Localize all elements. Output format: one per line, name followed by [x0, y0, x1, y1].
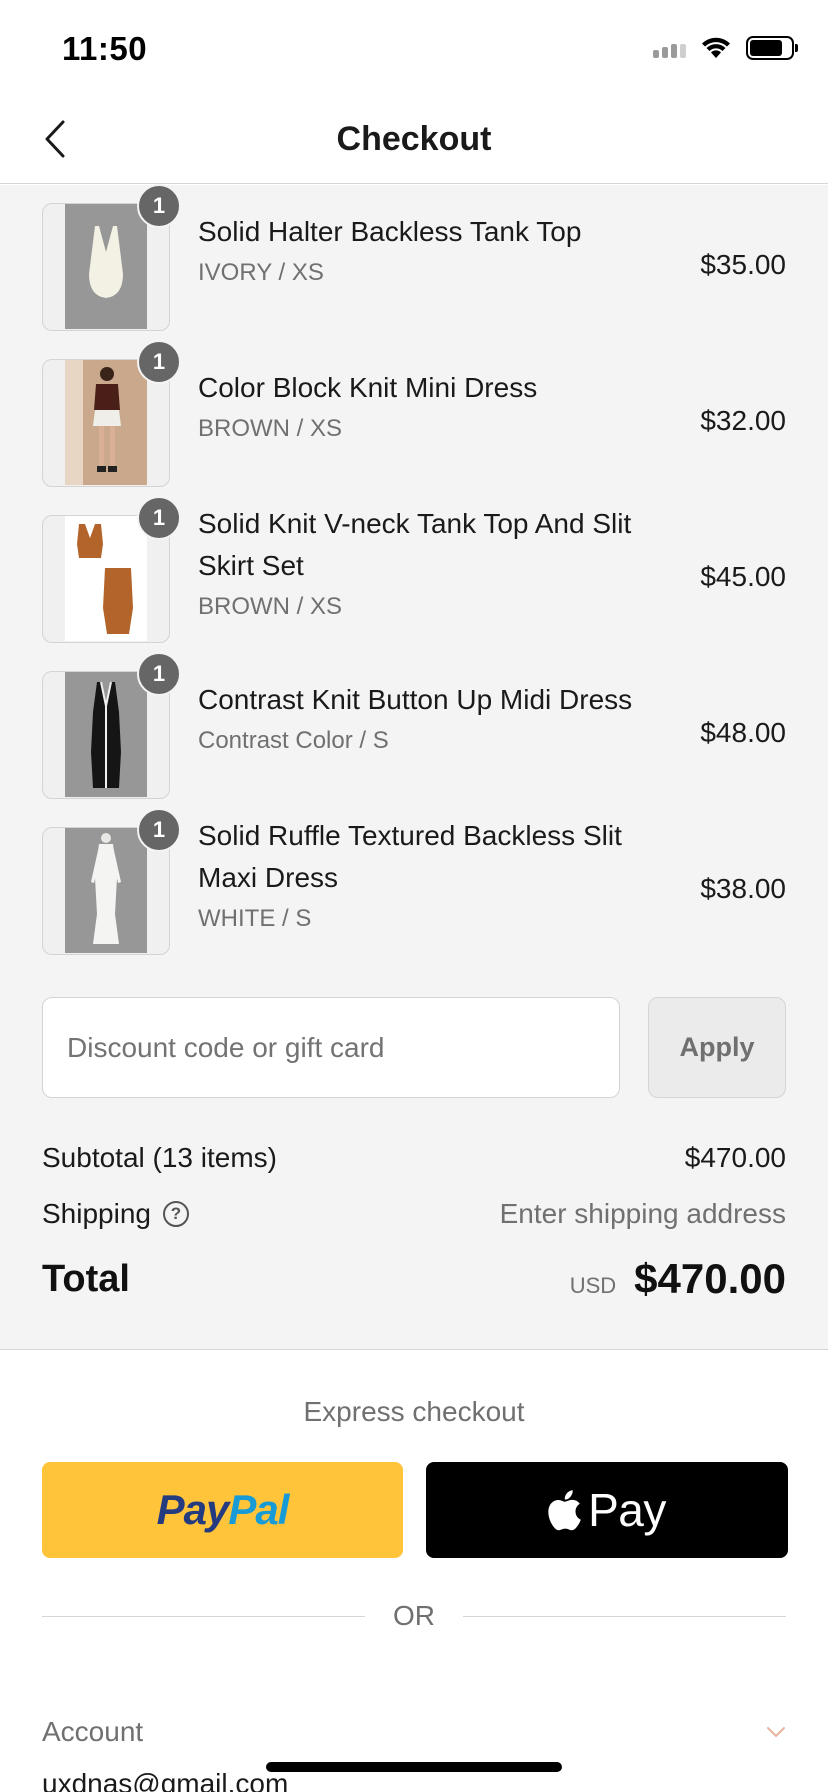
item-variant: BROWN / XS: [198, 415, 343, 442]
quantity-badge: 1: [137, 652, 181, 696]
quantity-badge: 1: [137, 496, 181, 540]
quantity-badge: 1: [137, 340, 181, 384]
or-divider: OR: [42, 1596, 786, 1636]
product-thumbnail: 1: [42, 652, 181, 799]
checkout-header: Checkout: [0, 96, 828, 184]
product-image: [65, 516, 147, 641]
product-thumbnail: 1: [42, 184, 181, 331]
apple-logo-icon: [548, 1490, 581, 1531]
item-name: Solid Knit V-neck Tank Top And Slit Skir…: [198, 508, 632, 581]
paypal-button[interactable]: PayPal: [42, 1462, 403, 1558]
product-thumbnail: 1: [42, 340, 181, 487]
subtotal-value: $470.00: [684, 1142, 786, 1173]
or-label: OR: [393, 1600, 435, 1631]
product-image: [65, 828, 147, 953]
order-item: 1 Solid Ruffle Textured Backless Slit Ma…: [42, 808, 786, 955]
order-item: 1 Solid Halter Backless Tank Top IVORY /…: [42, 184, 786, 331]
page-title: Checkout: [336, 120, 492, 158]
subtotal-label: Subtotal (13 items): [42, 1142, 277, 1173]
subtotal-row: Subtotal (13 items) $470.00: [42, 1142, 786, 1174]
item-variant: Contrast Color / S: [198, 727, 389, 754]
cellular-signal-icon: [653, 38, 686, 58]
battery-icon: [746, 36, 798, 60]
order-item: 1 Solid Knit V-neck Tank Top And Slit Sk…: [42, 496, 786, 643]
quantity-badge: 1: [137, 184, 181, 228]
wifi-icon: [702, 37, 730, 58]
total-value: $470.00: [634, 1255, 786, 1302]
item-variant: WHITE / S: [198, 905, 312, 932]
order-item: 1 Contrast Knit Button Up Midi Dress Con…: [42, 652, 786, 799]
total-row: Total USD $470.00: [42, 1255, 786, 1303]
express-checkout-label: Express checkout: [303, 1396, 525, 1427]
apple-pay-button[interactable]: Pay: [426, 1462, 788, 1558]
discount-code-input[interactable]: [42, 997, 620, 1098]
item-variant: IVORY / XS: [198, 259, 324, 286]
item-variant: BROWN / XS: [198, 593, 343, 620]
order-summary: 1 Solid Halter Backless Tank Top IVORY /…: [0, 184, 828, 1350]
product-image: [65, 360, 147, 485]
product-thumbnail: 1: [42, 496, 181, 643]
chevron-down-icon[interactable]: [766, 1726, 786, 1738]
item-name: Solid Halter Backless Tank Top: [198, 216, 582, 247]
paypal-logo: PayPal: [156, 1486, 290, 1533]
shipping-label: Shipping: [42, 1198, 151, 1229]
quantity-badge: 1: [137, 808, 181, 852]
item-name: Contrast Knit Button Up Midi Dress: [198, 684, 633, 715]
account-section-header[interactable]: Account: [42, 1716, 786, 1748]
shipping-value: Enter shipping address: [499, 1198, 786, 1229]
status-icons: [653, 36, 798, 60]
total-label: Total: [42, 1257, 130, 1300]
item-price: $48.00: [700, 717, 786, 748]
product-image: [65, 204, 147, 329]
item-price: $32.00: [700, 405, 786, 436]
item-name: Color Block Knit Mini Dress: [198, 372, 538, 403]
shipping-row: Shipping ? Enter shipping address: [42, 1198, 786, 1230]
account-email: uxdnas@gmail.com: [42, 1768, 289, 1792]
item-price: $35.00: [700, 249, 786, 280]
item-price: $38.00: [700, 873, 786, 904]
currency-code: USD: [569, 1273, 617, 1298]
help-icon[interactable]: ?: [162, 1201, 189, 1227]
apply-discount-button[interactable]: Apply: [648, 997, 786, 1098]
order-item: 1 Color Block Knit Mini Dress BROWN / XS…: [42, 340, 786, 487]
item-name: Solid Ruffle Textured Backless Slit Maxi…: [198, 820, 622, 893]
status-time: 11:50: [62, 30, 148, 67]
home-indicator[interactable]: [266, 1762, 562, 1772]
apple-pay-label: Pay: [588, 1484, 666, 1536]
account-label: Account: [42, 1716, 144, 1747]
product-thumbnail: 1: [42, 808, 181, 955]
item-price: $45.00: [700, 561, 786, 592]
status-bar: 11:50: [0, 0, 828, 96]
product-image: [65, 672, 147, 797]
